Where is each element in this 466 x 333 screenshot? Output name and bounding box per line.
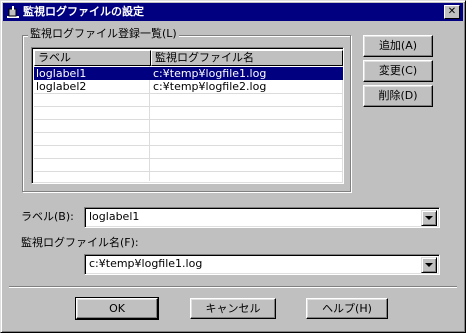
log-file-list[interactable]: ラベル 監視ログファイル名 loglabel1 c:¥temp¥logfile1… <box>31 47 344 184</box>
row-label-cell: loglabel2 <box>36 80 87 93</box>
title-bar[interactable]: 監視ログファイルの設定 ✕ <box>3 3 463 21</box>
label-caption: ラベル(B): <box>21 210 74 223</box>
list-row-loglabel1[interactable]: loglabel1 c:¥temp¥logfile1.log <box>34 67 343 80</box>
list-header: ラベル 監視ログファイル名 <box>34 50 343 66</box>
row-gridline <box>34 93 343 94</box>
column-header-label[interactable]: ラベル <box>34 50 151 66</box>
row-file-cell: c:¥temp¥logfile1.log <box>153 67 267 80</box>
row-gridline <box>34 119 343 120</box>
ok-button[interactable]: OK <box>75 297 159 320</box>
button-separator <box>9 286 457 288</box>
row-label-cell: loglabel1 <box>36 67 87 80</box>
help-button[interactable]: ヘルプ(H) <box>306 298 388 319</box>
app-icon <box>7 6 19 18</box>
delete-button[interactable]: 削除(D) <box>363 85 433 107</box>
label-combobox-value: loglabel1 <box>89 210 140 223</box>
chevron-down-icon <box>425 216 433 220</box>
row-gridline <box>34 106 343 107</box>
row-gridline <box>34 132 343 133</box>
close-icon: ✕ <box>447 6 457 17</box>
row-gridline <box>34 145 343 146</box>
window-title: 監視ログファイルの設定 <box>23 5 144 18</box>
row-gridline <box>34 158 343 159</box>
file-combobox[interactable]: c:¥temp¥logfile1.log <box>84 254 440 275</box>
row-file-cell: c:¥temp¥logfile2.log <box>153 80 267 93</box>
dialog-window: 監視ログファイルの設定 ✕ 監視ログファイル登録一覧(L) ラベル 監視ログファ… <box>0 0 466 333</box>
label-combobox[interactable]: loglabel1 <box>84 207 440 228</box>
change-button[interactable]: 変更(C) <box>363 60 433 82</box>
file-dropdown-button[interactable] <box>421 257 437 273</box>
list-row-loglabel2[interactable]: loglabel2 c:¥temp¥logfile2.log <box>34 80 343 93</box>
column-header-filename[interactable]: 監視ログファイル名 <box>151 50 343 66</box>
add-button[interactable]: 追加(A) <box>363 35 433 57</box>
cancel-button[interactable]: キャンセル <box>190 298 276 319</box>
file-caption: 監視ログファイル名(F): <box>21 236 139 249</box>
chevron-down-icon <box>425 263 433 267</box>
label-dropdown-button[interactable] <box>421 210 437 226</box>
file-combobox-value: c:¥temp¥logfile1.log <box>89 257 203 270</box>
close-button[interactable]: ✕ <box>444 5 460 19</box>
row-gridline <box>34 171 343 172</box>
group-legend: 監視ログファイル登録一覧(L) <box>28 27 179 41</box>
